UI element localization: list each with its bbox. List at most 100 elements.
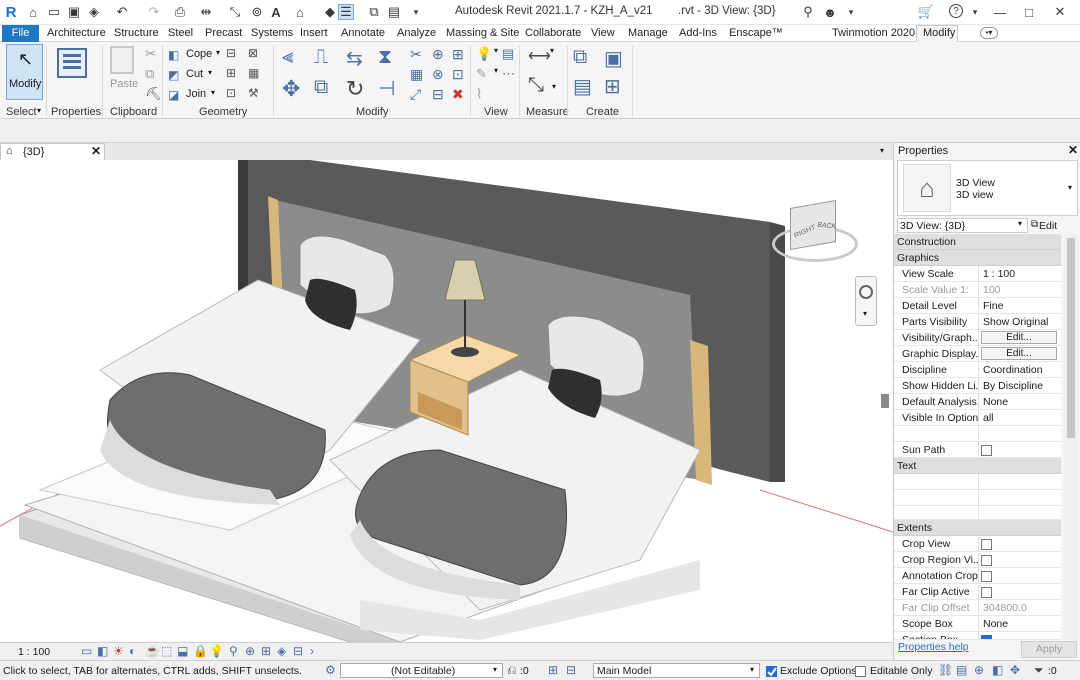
annotation-crop-checkbox[interactable] <box>981 570 992 582</box>
editable-filter-icon[interactable]: ⎌ <box>507 663 517 678</box>
view-cube-back-label[interactable]: BACK <box>816 222 836 231</box>
create-assembly-icon[interactable]: ⧉ <box>573 46 587 69</box>
cut-label[interactable]: Cut <box>186 68 203 80</box>
view-extra2-icon[interactable]: ⋯ <box>502 66 515 82</box>
section-graphics[interactable]: Graphics <box>894 250 1061 266</box>
3d-view-icon[interactable]: ⌂ <box>292 4 308 20</box>
view-tab-3d[interactable]: ⌂ {3D} ✕ <box>0 143 105 160</box>
redo-icon[interactable]: ↷ <box>146 4 162 20</box>
visual-style-icon[interactable]: ◧ <box>97 644 108 658</box>
array-icon[interactable]: ▦ <box>410 66 423 83</box>
delete-icon[interactable]: ✖ <box>452 86 464 103</box>
pin-extra-icon[interactable]: ⊞ <box>452 46 464 63</box>
worksharing-icon[interactable]: ⊕ <box>245 644 255 658</box>
model-select[interactable]: Main Model ▾ <box>593 663 760 678</box>
tab-insert[interactable]: Insert <box>300 26 328 42</box>
cut-dropdown-icon[interactable]: ▾ <box>208 68 212 77</box>
select-underlay-icon[interactable]: ▤ <box>956 663 967 677</box>
cope-dropdown-icon[interactable]: ▾ <box>216 48 220 57</box>
cope-label[interactable]: Cope <box>186 48 212 60</box>
worksets-icon[interactable]: ⚙ <box>325 663 336 677</box>
mirror-axis-icon[interactable]: ⇆ <box>346 46 363 71</box>
thin-lines-icon[interactable]: ☰ <box>338 4 354 20</box>
navigation-bar[interactable]: ▾ <box>855 276 877 326</box>
cope-icon[interactable]: ◧ <box>168 48 179 62</box>
tab-structure[interactable]: Structure <box>114 26 159 42</box>
qat-dropdown-icon[interactable]: ▾ <box>408 4 424 20</box>
maximize-icon[interactable]: □ <box>1021 4 1037 20</box>
copy-icon[interactable]: ⧉ <box>145 66 154 82</box>
detail-level-field[interactable]: Fine <box>978 298 1061 313</box>
tab-enscape[interactable]: Enscape™ <box>729 26 783 42</box>
section-text[interactable]: Text <box>894 458 1061 474</box>
properties-help-link[interactable]: Properties help <box>898 641 969 653</box>
linework-icon[interactable]: ⌇ <box>476 86 482 102</box>
lock-view-icon[interactable]: 🔒 <box>193 644 208 658</box>
tab-annotate[interactable]: Annotate <box>341 26 385 42</box>
sign-in-icon[interactable]: ▾ <box>843 4 859 20</box>
undo-icon[interactable]: ↶ <box>114 4 130 20</box>
select-group-label[interactable]: Select <box>6 106 37 118</box>
view-cube[interactable]: RIGHT BACK <box>768 199 863 270</box>
cart-icon[interactable]: 🛒 <box>918 4 934 20</box>
tab-steel[interactable]: Steel <box>168 26 193 42</box>
select-links-icon[interactable]: ⛓ <box>938 663 953 677</box>
nav-dropdown-icon[interactable]: ▾ <box>863 309 867 318</box>
filter-icon[interactable]: ⏷ <box>1034 663 1044 678</box>
properties-close-icon[interactable]: ✕ <box>1068 143 1078 157</box>
instance-selector-dropdown-icon[interactable]: ▾ <box>1018 219 1022 228</box>
view-scale-field[interactable]: 1 : 100 <box>978 266 1061 281</box>
properties-scroll-thumb[interactable] <box>1067 238 1075 438</box>
match-type-icon[interactable]: ⛏ <box>145 86 162 102</box>
view-extra-icon[interactable]: ▤ <box>502 46 514 62</box>
binoculars-icon[interactable]: ⚲ <box>800 4 816 20</box>
far-clip-active-checkbox[interactable] <box>981 586 992 598</box>
show-crop-icon[interactable]: ⬓ <box>177 644 188 658</box>
exclude-options-checkbox[interactable] <box>766 665 777 677</box>
steering-wheel-icon[interactable] <box>859 285 873 299</box>
reveal-hidden-icon[interactable]: ⚲ <box>229 644 238 658</box>
workset-dropdown-icon[interactable]: ▾ <box>493 665 497 674</box>
detail-level-icon[interactable]: ▭ <box>81 644 92 658</box>
sun-path-icon[interactable]: ☀ <box>113 644 124 658</box>
cut-icon[interactable]: ✂ <box>145 46 156 62</box>
demolish-icon[interactable]: ⚒ <box>248 86 259 100</box>
user-icon[interactable]: ☻ <box>822 4 838 20</box>
hide-dropdown-icon[interactable]: ▾ <box>494 46 498 55</box>
constraints-icon[interactable]: ⊟ <box>293 644 303 658</box>
view-scale[interactable]: 1 : 100 <box>18 646 50 658</box>
move-icon[interactable]: ✥ <box>282 76 300 102</box>
properties-button-icon[interactable] <box>57 48 87 78</box>
create-similar-icon[interactable]: ⊞ <box>604 74 621 99</box>
modify-button[interactable]: ↖ Modify <box>6 44 43 100</box>
tab-architecture[interactable]: Architecture <box>47 26 106 42</box>
offset-icon[interactable]: ⎍ <box>314 46 328 69</box>
cut-geometry-icon[interactable]: ◩ <box>168 68 179 82</box>
crop-icon[interactable]: ⬚ <box>161 644 172 658</box>
show-hidden-lines-field[interactable]: By Discipline <box>978 378 1061 393</box>
view-tab-dropdown-icon[interactable]: ▾ <box>880 146 884 155</box>
crop-region-visible-checkbox[interactable] <box>981 554 992 566</box>
temp-view-icon[interactable]: ⊞ <box>261 644 271 658</box>
join-icon[interactable]: ◪ <box>168 88 179 102</box>
switch-windows-icon[interactable]: ▤ <box>386 4 402 20</box>
close-hidden-icon[interactable]: ⧉ <box>366 4 382 20</box>
type-dropdown-icon[interactable]: ▾ <box>1068 183 1072 192</box>
rotate-icon[interactable]: ↻ <box>346 76 364 102</box>
measure-tool-icon[interactable]: ⟷ <box>528 46 551 66</box>
help-dropdown-icon[interactable]: ▾ <box>967 4 983 20</box>
section-construction[interactable]: Construction <box>894 234 1061 250</box>
save-icon[interactable]: ▣ <box>66 4 82 20</box>
join-label[interactable]: Join <box>186 88 206 100</box>
parts-visibility-field[interactable]: Show Original <box>978 314 1061 329</box>
drag-elements-icon[interactable]: ✥ <box>1010 663 1020 677</box>
3d-viewport[interactable]: RIGHT BACK ▾ <box>0 160 893 642</box>
tab-twinmotion[interactable]: Twinmotion 2020 <box>832 26 915 42</box>
instance-selector[interactable]: 3D View: {3D} ▾ <box>897 218 1028 233</box>
design-options-extra-icon[interactable]: ⊟ <box>566 663 576 677</box>
section-box-checkbox[interactable] <box>981 634 992 639</box>
print-icon[interactable]: ⎙ <box>172 4 188 20</box>
scope-box-field[interactable]: None <box>978 616 1061 631</box>
unpin-icon[interactable]: ⊗ <box>432 66 444 83</box>
mirror-line-icon[interactable]: ⧗ <box>378 46 392 69</box>
